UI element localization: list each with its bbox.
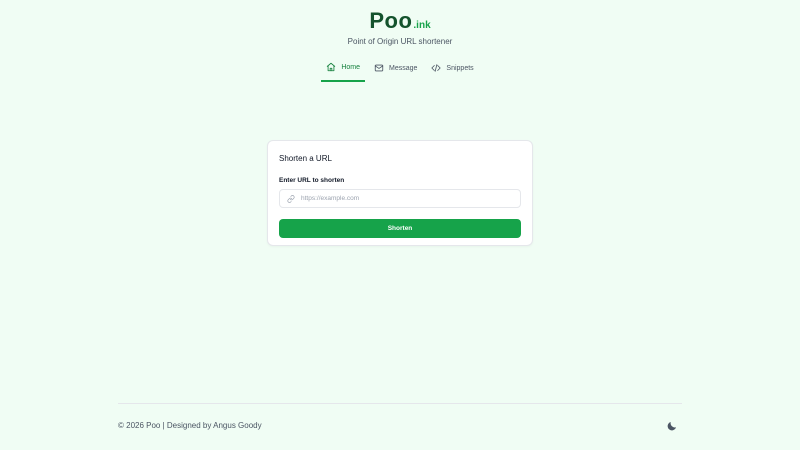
shorten-button[interactable]: Shorten — [279, 219, 521, 238]
logo-suffix: .ink — [413, 20, 431, 31]
footer-divider — [118, 403, 682, 404]
tagline: Point of Origin URL shortener — [347, 37, 453, 46]
home-icon — [326, 62, 336, 72]
nav-item-snippets[interactable]: Snippets — [426, 61, 478, 82]
main-nav: Home Message Snippets — [0, 61, 800, 82]
nav-item-label: Snippets — [446, 64, 474, 72]
logo[interactable]: Poo .ink — [369, 8, 430, 34]
shorten-card: Shorten a URL Enter URL to shorten Short… — [267, 140, 533, 246]
logo-main: Poo — [369, 8, 413, 33]
url-input[interactable] — [301, 195, 513, 202]
moon-icon — [666, 420, 678, 432]
site-header: Poo .ink Point of Origin URL shortener — [0, 8, 800, 46]
theme-toggle-button[interactable] — [666, 419, 678, 431]
nav-item-label: Message — [389, 64, 418, 72]
mail-icon — [374, 63, 384, 73]
url-field-label: Enter URL to shorten — [279, 177, 345, 184]
nav-item-home[interactable]: Home — [321, 61, 366, 82]
url-input-wrapper[interactable] — [279, 189, 521, 208]
nav-item-message[interactable]: Message — [369, 61, 422, 82]
code-icon — [431, 63, 442, 73]
card-title: Shorten a URL — [279, 154, 332, 163]
nav-item-label: Home — [341, 63, 361, 71]
footer-text: © 2026 Poo | Designed by Angus Goody — [118, 421, 262, 430]
link-icon — [287, 194, 295, 203]
